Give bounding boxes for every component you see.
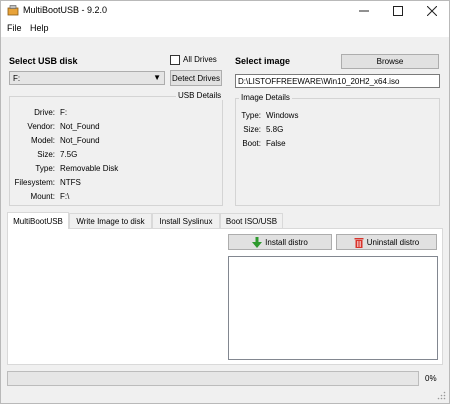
usb-key: Vendor: — [27, 122, 55, 131]
tab-install-syslinux[interactable]: Install Syslinux — [152, 213, 220, 229]
window-title: MultiBootUSB - 9.2.0 — [23, 5, 108, 15]
detect-drives-button[interactable]: Detect Drives — [170, 70, 222, 86]
app-icon — [7, 5, 19, 16]
tab-panel-multibootusb: Install distro Uninstall distro — [7, 228, 443, 365]
install-distro-label: Install distro — [265, 237, 308, 247]
image-details-title: Image Details — [239, 93, 292, 102]
usb-key: Size: — [37, 150, 55, 159]
image-key: Type: — [241, 111, 261, 120]
usb-drive-value-text: F: — [60, 108, 68, 117]
maximize-icon — [393, 5, 403, 16]
browse-button[interactable]: Browse — [341, 54, 439, 69]
dropdown-arrow-icon: ▼ — [153, 73, 161, 82]
usb-size-value: 7.5G — [60, 150, 78, 159]
usb-drive-select[interactable]: F: ▼ — [9, 71, 165, 85]
uninstall-distro-button[interactable]: Uninstall distro — [336, 234, 437, 250]
title-bar: MultiBootUSB - 9.2.0 — [1, 1, 449, 20]
download-arrow-icon — [252, 236, 263, 248]
tab-write-image[interactable]: Write Image to disk — [69, 213, 152, 229]
menu-help[interactable]: Help — [30, 23, 49, 33]
image-type-value: Windows — [266, 111, 299, 120]
minimize-icon — [359, 10, 369, 11]
usb-type-value: Removable Disk — [60, 164, 119, 173]
usb-details-title: USB Details — [176, 91, 224, 100]
usb-model-value: Not_Found — [60, 136, 100, 145]
close-button[interactable] — [415, 1, 449, 20]
image-size-value: 5.8G — [266, 125, 284, 134]
close-icon — [427, 5, 437, 16]
usb-key: Type: — [35, 164, 55, 173]
usb-key: Model: — [30, 136, 55, 145]
tab-boot-iso-usb[interactable]: Boot ISO/USB — [220, 213, 283, 229]
install-distro-button[interactable]: Install distro — [228, 234, 332, 250]
installed-distro-list[interactable] — [228, 256, 438, 360]
tab-multibootusb[interactable]: MultiBootUSB — [7, 212, 69, 229]
menu-bar: File Help — [1, 20, 449, 37]
all-drives-label: All Drives — [183, 55, 217, 64]
image-key: Size: — [243, 125, 261, 134]
usb-key: Drive: — [34, 108, 55, 117]
image-path-field[interactable]: D:\LISTOFFREEWARE\Win10_20H2_x64.iso — [235, 74, 440, 88]
menu-file[interactable]: File — [7, 23, 22, 33]
resize-grip-icon[interactable] — [437, 391, 446, 400]
uninstall-distro-label: Uninstall distro — [366, 237, 420, 247]
maximize-button[interactable] — [381, 1, 415, 20]
image-key: Boot: — [242, 139, 261, 148]
usb-key: Mount: — [30, 192, 55, 201]
select-usb-label: Select USB disk — [9, 56, 78, 66]
image-boot-value: False — [266, 139, 286, 148]
progress-percent: 0% — [425, 374, 437, 383]
usb-vendor-value: Not_Found — [60, 122, 100, 131]
all-drives-checkbox[interactable] — [170, 55, 180, 65]
minimize-button[interactable] — [347, 1, 381, 20]
usb-filesystem-value: NTFS — [60, 178, 81, 187]
trash-icon — [354, 237, 364, 248]
usb-key: Filesystem: — [14, 178, 55, 187]
usb-mount-value: F:\ — [60, 192, 70, 201]
usb-drive-value: F: — [13, 74, 21, 83]
main-window: MultiBootUSB - 9.2.0 File Help Select US… — [0, 0, 450, 404]
progress-bar — [7, 371, 419, 386]
select-image-label: Select image — [235, 56, 291, 66]
